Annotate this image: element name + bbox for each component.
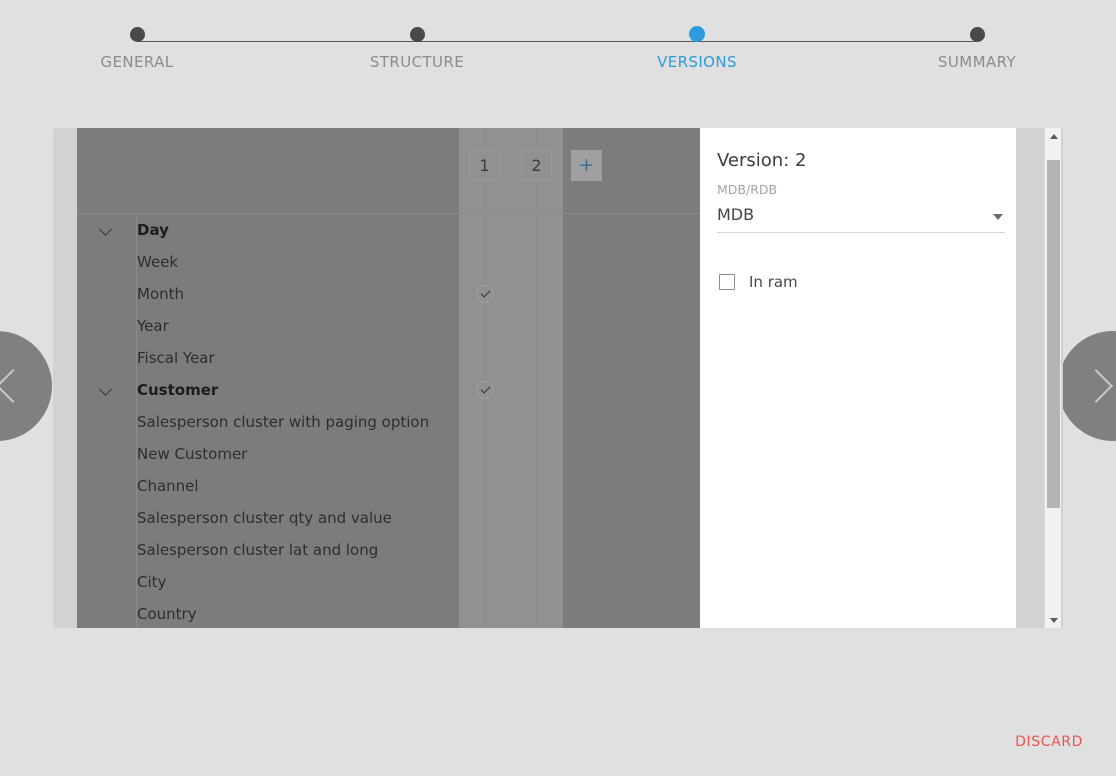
discard-button[interactable]: DISCARD [1009, 730, 1089, 754]
dimension-row-list: Day Week Month Year Fiscal Year Customer [77, 214, 724, 628]
step-label-general: GENERAL [100, 53, 174, 71]
in-ram-label: In ram [749, 273, 798, 291]
row-label: City [137, 573, 167, 591]
row-label: Week [137, 253, 179, 271]
chevron-down-icon [993, 214, 1003, 220]
stepper-track [137, 41, 977, 42]
table-row[interactable]: Fiscal Year [77, 342, 724, 374]
add-version-button[interactable]: + [571, 150, 602, 181]
table-row[interactable]: Day [77, 214, 724, 246]
page-title: Version: 2 [717, 150, 807, 171]
table-row[interactable]: City [77, 566, 724, 598]
chevron-left-icon [0, 369, 30, 403]
version-tab-2[interactable]: 2 [521, 150, 552, 181]
wizard-stepper: GENERAL STRUCTURE VERSIONS SUMMARY [0, 0, 1116, 110]
row-label: Day [137, 221, 169, 239]
row-label: Salesperson cluster qty and value [137, 509, 392, 527]
table-row[interactable]: Customer [77, 374, 724, 406]
row-label: Country [137, 605, 197, 623]
step-dot-general [129, 27, 145, 42]
table-row[interactable]: Week [77, 246, 724, 278]
step-dot-summary [969, 27, 985, 42]
dimension-version-grid: 1 2 + Day Week Month Year Fiscal Year Cu… [77, 128, 724, 628]
versions-card: 1 2 + Day Week Month Year Fiscal Year Cu… [53, 128, 1063, 628]
table-row[interactable]: Salesperson cluster lat and long [77, 534, 724, 566]
table-row[interactable]: Country [77, 598, 724, 628]
step-label-versions: VERSIONS [657, 53, 737, 71]
row-label: New Customer [137, 445, 248, 463]
step-summary[interactable]: SUMMARY [897, 22, 1057, 71]
row-label: Year [137, 317, 169, 335]
check-circle-icon[interactable] [476, 285, 494, 303]
table-row[interactable]: New Customer [77, 438, 724, 470]
storage-type-label: MDB/RDB [717, 182, 778, 197]
version-detail-panel: Version: 2 MDB/RDB MDB In ram [700, 128, 1016, 628]
step-general[interactable]: GENERAL [57, 22, 217, 71]
row-label: Channel [137, 477, 199, 495]
next-step-button[interactable] [1058, 331, 1116, 441]
scroll-down-button[interactable] [1045, 612, 1062, 628]
table-row[interactable]: Year [77, 310, 724, 342]
step-dot-structure [409, 27, 425, 42]
table-row[interactable]: Salesperson cluster qty and value [77, 502, 724, 534]
in-ram-checkbox[interactable] [719, 274, 735, 290]
step-label-structure: STRUCTURE [369, 53, 465, 71]
row-label: Fiscal Year [137, 349, 215, 367]
caret-down-icon [1049, 617, 1058, 623]
step-label-summary: SUMMARY [937, 53, 1017, 71]
version-tab-1[interactable]: 1 [469, 150, 500, 181]
check-circle-icon[interactable] [476, 381, 494, 399]
row-label: Month [137, 285, 185, 303]
storage-type-value: MDB [717, 205, 755, 224]
row-label: Customer [137, 381, 219, 399]
table-row[interactable]: Channel [77, 470, 724, 502]
row-label: Salesperson cluster lat and long [137, 541, 379, 559]
previous-step-button[interactable] [0, 331, 52, 441]
chevron-right-icon [1079, 369, 1113, 403]
chevron-down-icon[interactable] [99, 223, 112, 236]
table-row[interactable]: Salesperson cluster with paging option [77, 406, 724, 438]
table-row[interactable]: Month [77, 278, 724, 310]
row-label: Salesperson cluster with paging option [137, 413, 430, 431]
caret-up-icon [1049, 133, 1058, 139]
step-structure[interactable]: STRUCTURE [337, 22, 497, 71]
chevron-down-icon[interactable] [99, 383, 112, 396]
in-ram-checkbox-row[interactable]: In ram [719, 273, 798, 291]
vertical-scrollbar[interactable] [1044, 128, 1061, 628]
scroll-up-button[interactable] [1045, 128, 1062, 144]
storage-type-select[interactable]: MDB [717, 202, 1005, 233]
step-dot-versions [689, 26, 705, 42]
scrollbar-thumb[interactable] [1047, 160, 1060, 508]
step-versions[interactable]: VERSIONS [617, 22, 777, 71]
